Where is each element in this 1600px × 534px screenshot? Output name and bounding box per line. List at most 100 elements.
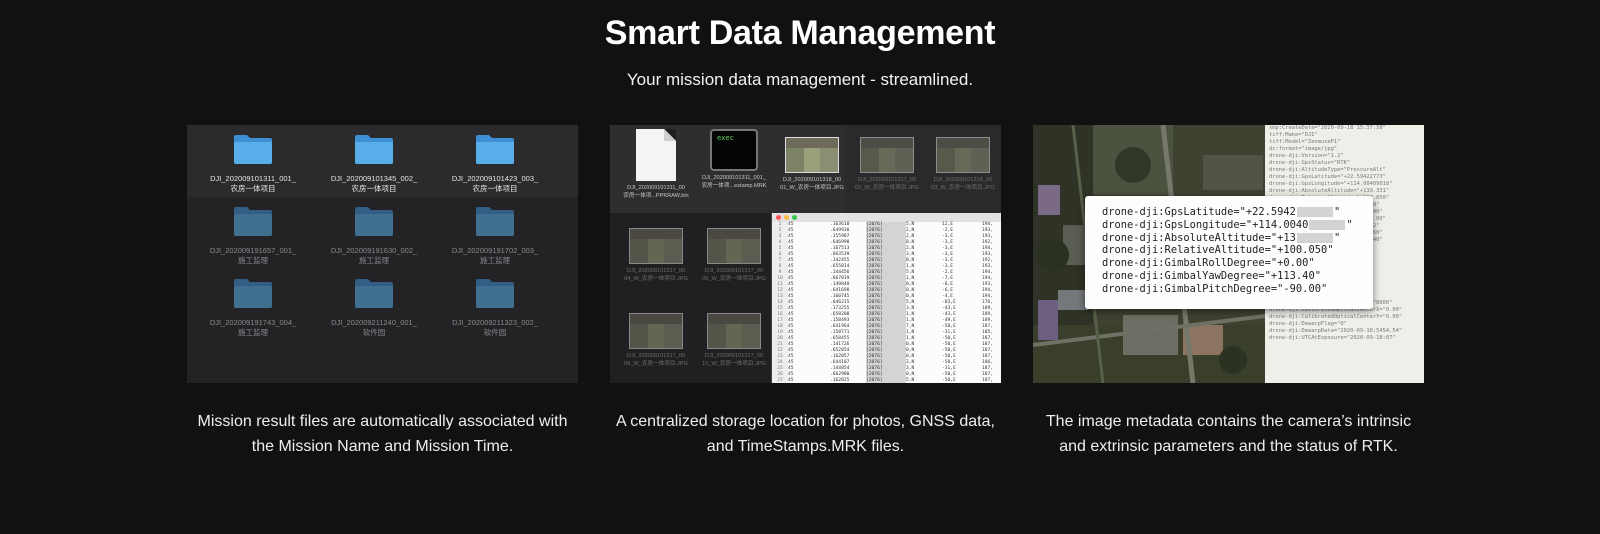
terminal-icon: exec xyxy=(710,129,758,171)
file-name: DJI_202009101311_001_ 农房一体项...estamp.MRK xyxy=(701,175,767,189)
metadata-key-value: drone-dji:GimbalPitchDegree="-90.00" xyxy=(1102,282,1328,295)
metadata-callout-line: drone-dji:GpsLatitude="+22.5942 " xyxy=(1102,206,1373,219)
mrk-cell: 45 xyxy=(788,378,794,383)
folder-item[interactable]: DJI_202009211323_002_ 软件园 xyxy=(430,277,560,338)
window-zoom-dot xyxy=(792,215,797,220)
file-name: DJI_202009101317_00 09_W_农房一体项目.JPG xyxy=(624,353,688,367)
folder-item[interactable]: DJI_202009191630_002_ 施工监理 xyxy=(309,205,439,266)
file-name: DJI_202009101318_00 01_W_农房一体项目.JPG xyxy=(780,177,844,191)
folder-name: DJI_202009101345_002_ 农房一体项目 xyxy=(330,174,418,193)
folder-item[interactable]: DJI_202009101423_003_ 农房一体项目 xyxy=(430,133,560,194)
metadata-quote: " xyxy=(1333,206,1341,218)
file-item[interactable]: DJI_202009101311_00 农房一体项...PPKRAW.bin xyxy=(618,129,694,200)
folder-icon xyxy=(309,205,439,242)
mrk-row: 27 45 .162825 [2076] 5,N -50,E 187, xyxy=(772,378,1001,383)
folder-item[interactable]: DJI_202009101345_002_ 农房一体项目 xyxy=(309,133,439,194)
file-item[interactable]: DJI_202009101318_00 01_W_农房一体项目.JPG xyxy=(774,129,850,192)
file-name: DJI_202009101311_00 农房一体项...PPKRAW.bin xyxy=(623,185,689,199)
metadata-line: tiff:Make="DJI" xyxy=(1269,132,1318,138)
metadata-key-value: drone-dji:GimbalRollDegree="+0.00" xyxy=(1102,257,1315,270)
metadata-line: drone-dji:UTCAtExposure="2020-09-18:07" xyxy=(1269,335,1396,341)
metadata-line: drone-dji:GpsLatitude="+22.59422773" xyxy=(1269,174,1386,180)
folder-name: DJI_202009191657_001_ 施工监理 xyxy=(209,246,297,265)
file-item[interactable]: exec DJI_202009101311_001_ 农房一体项...estamp… xyxy=(696,129,772,190)
file-name: DJI_202009101318_00 03_W_农房一体项目.JPG xyxy=(931,177,995,191)
folder-item[interactable]: DJI_202009191743_004_ 施工监理 xyxy=(188,277,318,338)
file-item[interactable]: DJI_202009101318_00 03_W_农房一体项目.JPG xyxy=(925,129,1001,192)
metadata-quote: " xyxy=(1333,231,1341,244)
exec-label: exec xyxy=(717,134,734,142)
folder-icon xyxy=(430,205,560,242)
photo-thumbnail xyxy=(707,313,761,349)
caption-metadata: The image metadata contains the camera’s… xyxy=(1045,413,1412,455)
window-minimize-dot xyxy=(784,215,789,220)
file-item[interactable]: DJI_202009101317_00 09_W_农房一体项目.JPG xyxy=(618,305,694,368)
metadata-quote: " xyxy=(1346,218,1353,231)
metadata-key-value: drone-dji:RelativeAltitude="+100.050" xyxy=(1102,244,1334,257)
metadata-callout-line: drone-dji:GimbalRollDegree="+0.00" xyxy=(1102,257,1373,270)
folder-item[interactable]: DJI_202009191657_001_ 施工监理 xyxy=(188,205,318,266)
metadata-line: tiff:Model="ZenmuseP1" xyxy=(1269,139,1341,145)
file-item[interactable]: DJI_202009101317_00 04_W_农房一体项目.JPG xyxy=(618,220,694,283)
mrk-cell: -50,E xyxy=(942,378,956,383)
file-name: DJI_202009101317_00 10_W_农房一体项目.JPG xyxy=(702,353,766,367)
folder-item[interactable]: DJI_202009101311_001_ 农房一体项目 xyxy=(188,133,318,194)
metadata-key-value: drone-dji:AbsoluteAltitude="+13 xyxy=(1102,231,1296,244)
redacted-digits xyxy=(1309,219,1346,230)
folder-item[interactable]: DJI_202009191702_003_ 施工监理 xyxy=(430,205,560,266)
folder-icon xyxy=(188,133,318,170)
photo-thumbnail xyxy=(785,137,839,173)
metadata-callout-line: drone-dji:RelativeAltitude="+100.050" xyxy=(1102,244,1373,257)
folder-icon xyxy=(188,205,318,242)
file-name: DJI_202009101317_00 02_W_农房一体项目.JPG xyxy=(855,177,919,191)
folder-icon xyxy=(430,277,560,314)
section-subtitle: Your mission data management - streamlin… xyxy=(626,70,974,89)
file-browser-screenshot: DJI_202009101311_00 农房一体项...PPKRAW.bin ex… xyxy=(610,125,1001,383)
folder-name: DJI_202009211240_001_ 软件园 xyxy=(331,318,417,337)
file-item[interactable]: DJI_202009101317_00 02_W_农房一体项目.JPG xyxy=(849,129,925,192)
metadata-line: drone-dji:Version="1.2" xyxy=(1269,153,1344,159)
mrk-window-titlebar xyxy=(772,213,1001,222)
mrk-cell: .162825 xyxy=(830,378,850,383)
photo-thumbnail xyxy=(860,137,914,173)
photo-thumbnail xyxy=(707,228,761,264)
metadata-line: drone-dji:AltitudeType="PressureAlt" xyxy=(1269,167,1386,173)
file-item[interactable]: DJI_202009101317_00 10_W_农房一体项目.JPG xyxy=(696,305,772,368)
folder-item[interactable]: DJI_202009211240_001_ 软件园 xyxy=(309,277,439,338)
metadata-key-value: drone-dji:GpsLongitude="+114.0040 xyxy=(1102,218,1309,231)
redacted-digits xyxy=(1296,207,1333,217)
metadata-line: drone-dji:DewarpData="2020-09-18;5454.54… xyxy=(1269,328,1403,334)
mrk-cell: 187, xyxy=(982,378,994,383)
metadata-callout-line: drone-dji:GimbalPitchDegree="-90.00" xyxy=(1102,283,1373,296)
redacted-digits xyxy=(1296,232,1333,243)
aerial-metadata-screenshot: xmp:CreateDate="2020-09-18 15:37:58" tiff… xyxy=(1033,125,1424,383)
folder-icon xyxy=(430,133,560,170)
metadata-callout-line: drone-dji:GimbalYawDegree="+113.40" xyxy=(1102,270,1373,283)
folder-name: DJI_202009211323_002_ 软件园 xyxy=(452,318,538,337)
metadata-key-value: drone-dji:GpsLatitude="+22.5942 xyxy=(1102,206,1296,218)
photo-thumbnail xyxy=(629,228,683,264)
metadata-callout-line: drone-dji:GpsLongitude="+114.0040 " xyxy=(1102,219,1373,232)
folder-icon xyxy=(188,277,318,314)
mrk-cell: [2076] xyxy=(866,378,906,383)
folder-name: DJI_202009191702_003_ 施工监理 xyxy=(451,246,539,265)
folder-name: DJI_202009101311_001_ 农房一体项目 xyxy=(210,174,296,193)
metadata-callout-line: drone-dji:AbsoluteAltitude="+13 " xyxy=(1102,232,1373,245)
timestamp-mrk-window: 1 45.163610 [2076] 5,N 12,E 194, 2 45.649930 [20… xyxy=(771,213,1001,383)
section-title: Smart Data Management xyxy=(604,14,996,52)
file-name: DJI_202009101317_00 04_W_农房一体项目.JPG xyxy=(624,268,688,282)
photo-thumbnail xyxy=(629,313,683,349)
file-item[interactable]: DJI_202009101317_00 05_W_农房一体项目.JPG xyxy=(696,220,772,283)
metadata-line: xmp:CreateDate="2020-09-18 15:37:58" xyxy=(1269,125,1386,131)
metadata-line: drone-dji:GpsStatus="RTK" xyxy=(1269,160,1351,166)
file-name: DJI_202009101317_00 05_W_农房一体项目.JPG xyxy=(702,268,766,282)
mrk-cell: 27 xyxy=(777,378,783,383)
caption-mission-files: Mission result files are automatically a… xyxy=(197,413,568,455)
metadata-line: dc:format="image/jpg" xyxy=(1269,146,1338,152)
metadata-line: drone-dji:GpsLongitude="+114.00409018" xyxy=(1269,181,1393,187)
metadata-callout: drone-dji:GpsLatitude="+22.5942 " drone-dj… xyxy=(1085,196,1373,309)
mission-folders-screenshot: DJI_202009101311_001_ 农房一体项目 DJI_20200910… xyxy=(187,125,578,383)
metadata-line: drone-dji:CalibratedOpticalCenterY="0.00… xyxy=(1269,314,1403,320)
folder-name: DJI_202009101423_003_ 农房一体项目 xyxy=(451,174,539,193)
metadata-line: drone-dji:AbsoluteAltitude="+139.331" xyxy=(1269,188,1390,194)
